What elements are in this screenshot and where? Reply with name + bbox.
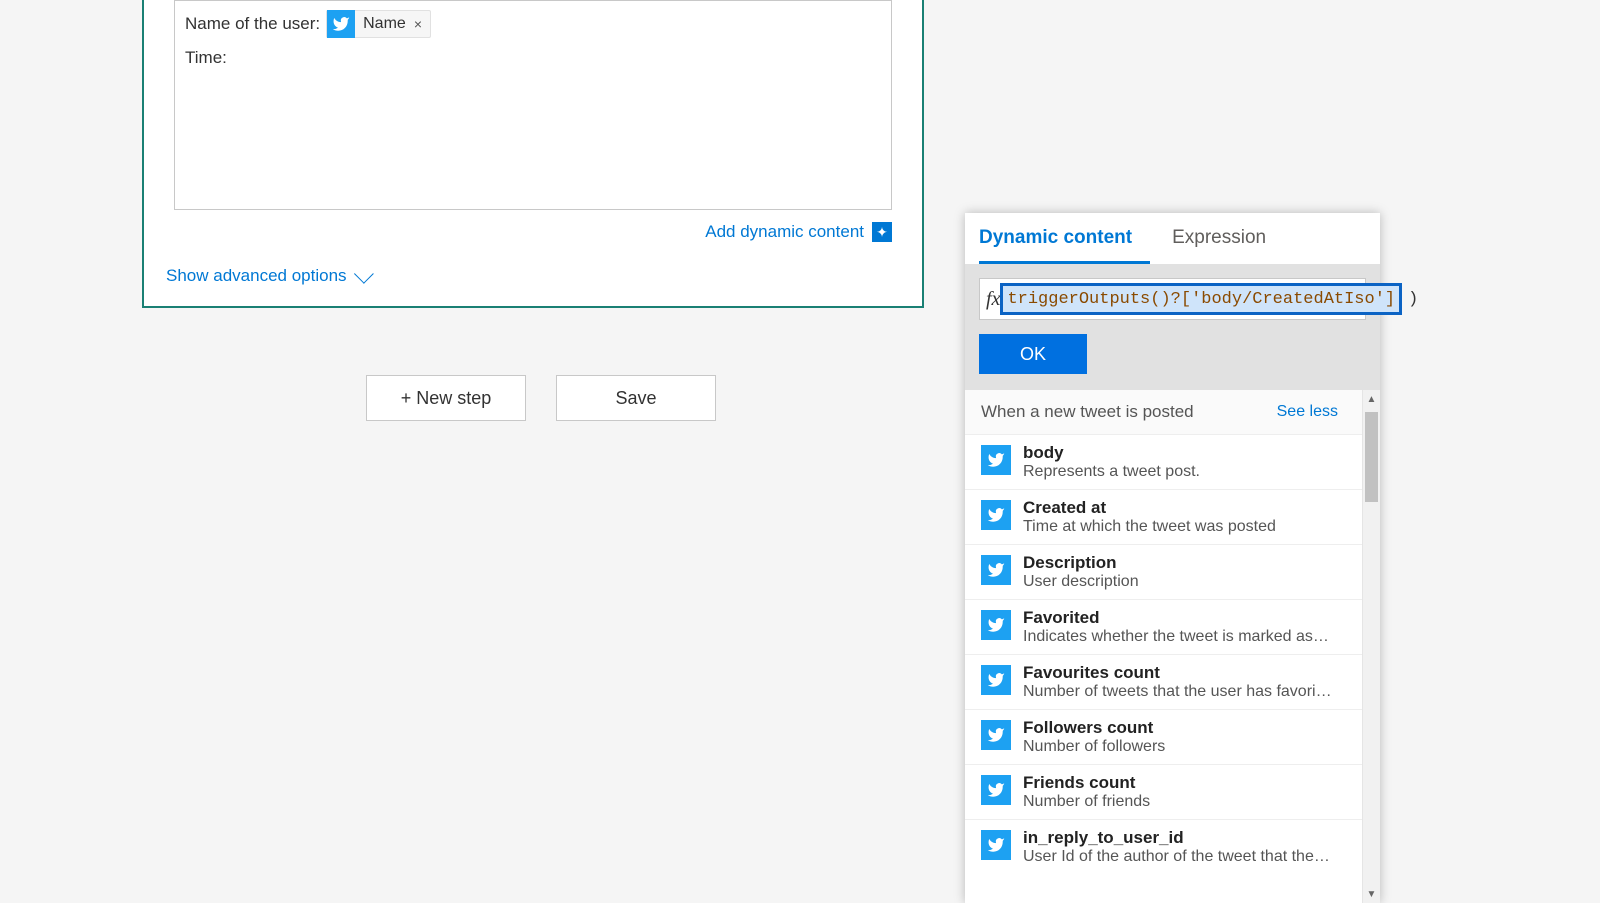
dynamic-content-item[interactable]: bodyRepresents a tweet post.	[965, 434, 1380, 489]
twitter-icon	[981, 665, 1011, 695]
twitter-icon	[981, 445, 1011, 475]
token-remove-icon[interactable]: ×	[414, 16, 422, 32]
item-title: Favorited	[1023, 608, 1333, 628]
expression-area: fx triggerOutputs()?['body/CreatedAtIso'…	[965, 264, 1380, 390]
show-advanced-options-link[interactable]: Show advanced options	[166, 266, 373, 286]
item-description: Number of friends	[1023, 793, 1150, 811]
item-title: Followers count	[1023, 718, 1165, 738]
flyout-tabs: Dynamic content Expression	[965, 213, 1380, 264]
dynamic-content-list: When a new tweet is posted See less body…	[965, 390, 1380, 903]
action-card: Name of the user: Name × Time: Add dynam…	[142, 0, 924, 308]
tab-dynamic-content[interactable]: Dynamic content	[979, 213, 1150, 264]
fx-icon: fx	[986, 288, 1000, 311]
item-description: Indicates whether the tweet is marked as…	[1023, 628, 1333, 646]
item-description: User description	[1023, 573, 1139, 591]
twitter-icon	[981, 830, 1011, 860]
dynamic-content-item[interactable]: Favourites countNumber of tweets that th…	[965, 654, 1380, 709]
tab-expression[interactable]: Expression	[1172, 213, 1284, 264]
item-title: Favourites count	[1023, 663, 1333, 683]
scrollbar[interactable]: ▲ ▼	[1362, 390, 1380, 903]
scroll-up-icon[interactable]: ▲	[1363, 390, 1380, 408]
dynamic-content-item[interactable]: Friends countNumber of friends	[965, 764, 1380, 819]
expression-selection: triggerOutputs()?['body/CreatedAtIso']	[1000, 283, 1402, 315]
twitter-icon	[981, 720, 1011, 750]
section-header: When a new tweet is posted See less	[965, 390, 1380, 434]
twitter-icon	[981, 775, 1011, 805]
line-label: Time:	[185, 48, 227, 68]
message-body-field[interactable]: Name of the user: Name × Time:	[174, 0, 892, 210]
item-description: Represents a tweet post.	[1023, 463, 1200, 481]
item-description: Time at which the tweet was posted	[1023, 518, 1276, 536]
item-title: in_reply_to_user_id	[1023, 828, 1333, 848]
dynamic-content-item[interactable]: DescriptionUser description	[965, 544, 1380, 599]
section-title: When a new tweet is posted	[981, 402, 1194, 422]
item-title: Friends count	[1023, 773, 1150, 793]
ok-button[interactable]: OK	[979, 334, 1087, 374]
dynamic-content-item[interactable]: Followers countNumber of followers	[965, 709, 1380, 764]
dynamic-content-item[interactable]: Created atTime at which the tweet was po…	[965, 489, 1380, 544]
bottom-button-row: + New step Save	[366, 375, 716, 421]
plus-icon: ✦	[872, 222, 892, 242]
twitter-icon	[981, 500, 1011, 530]
dynamic-content-item[interactable]: in_reply_to_user_idUser Id of the author…	[965, 819, 1380, 874]
dynamic-content-item[interactable]: FavoritedIndicates whether the tweet is …	[965, 599, 1380, 654]
dynamic-token-name[interactable]: Name ×	[326, 10, 431, 38]
item-title: Created at	[1023, 498, 1276, 518]
twitter-icon	[981, 555, 1011, 585]
token-label: Name	[363, 15, 406, 33]
new-step-button[interactable]: + New step	[366, 375, 526, 421]
expression-input[interactable]: triggerOutputs()?['body/CreatedAtIso']	[1003, 290, 1399, 309]
item-description: Number of followers	[1023, 738, 1165, 756]
item-description: User Id of the author of the tweet that …	[1023, 848, 1333, 866]
dynamic-content-flyout: Dynamic content Expression fx triggerOut…	[965, 213, 1380, 903]
add-dynamic-content-link[interactable]: Add dynamic content ✦	[705, 222, 892, 242]
scroll-down-icon[interactable]: ▼	[1363, 885, 1380, 903]
expression-input-row[interactable]: fx triggerOutputs()?['body/CreatedAtIso'…	[979, 278, 1366, 320]
expression-trailing: )	[1408, 290, 1420, 309]
item-description: Number of tweets that the user has favor…	[1023, 683, 1333, 701]
chevron-down-icon	[354, 264, 374, 284]
twitter-icon	[327, 10, 355, 38]
item-title: Description	[1023, 553, 1139, 573]
item-title: body	[1023, 443, 1200, 463]
scroll-thumb[interactable]	[1365, 412, 1378, 502]
save-button[interactable]: Save	[556, 375, 716, 421]
line-label: Name of the user:	[185, 14, 320, 34]
twitter-icon	[981, 610, 1011, 640]
see-less-link[interactable]: See less	[1277, 403, 1338, 421]
